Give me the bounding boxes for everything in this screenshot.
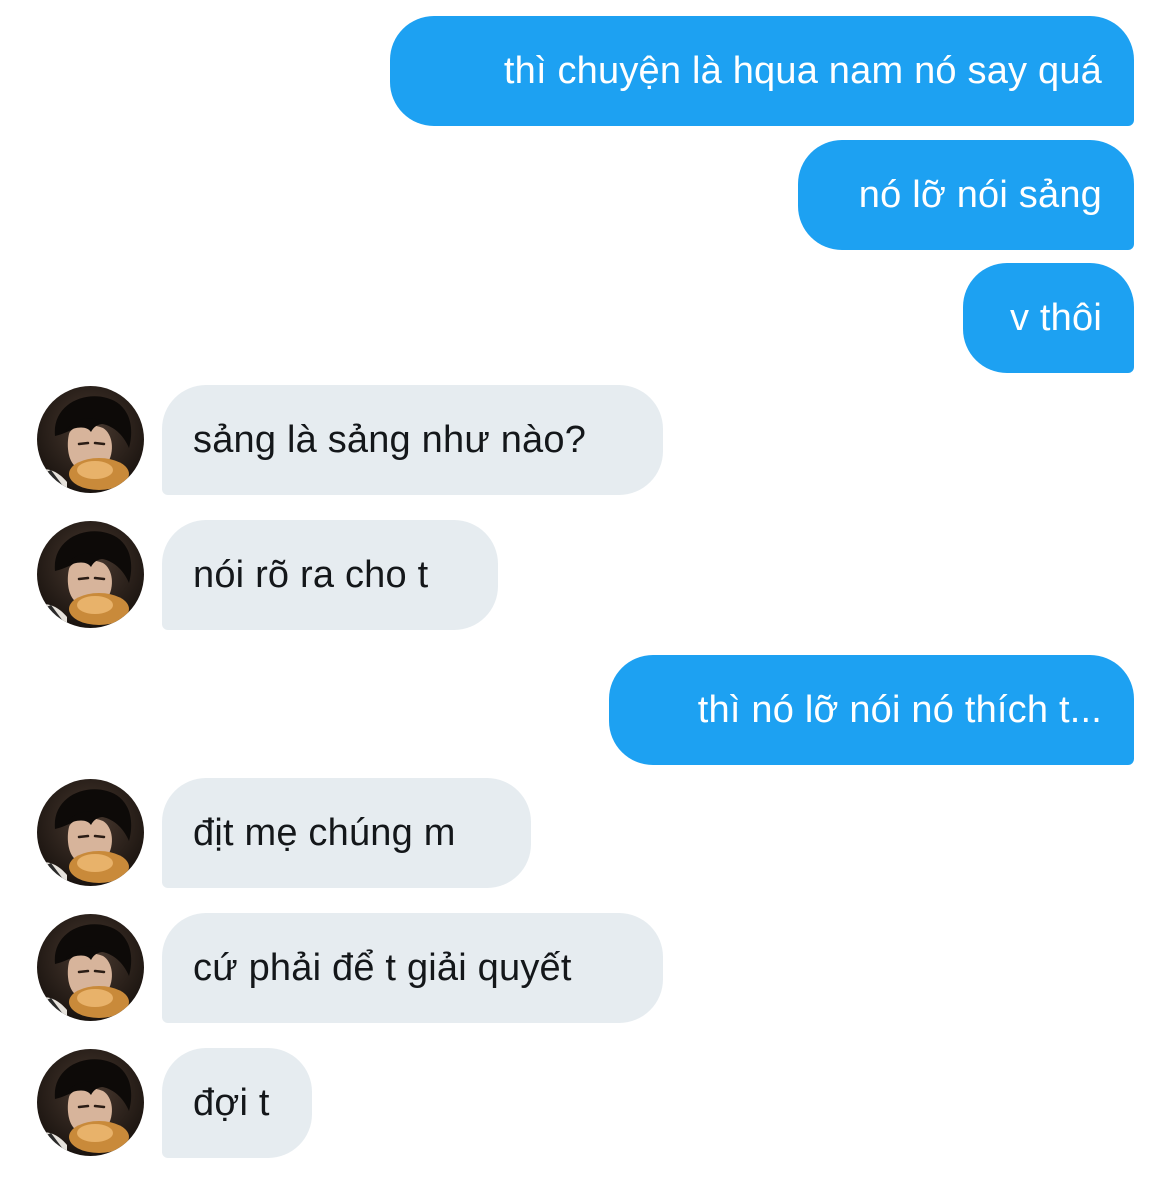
profile-photo-avatar	[37, 779, 144, 886]
outgoing-message-bubble[interactable]: thì nó lỡ nói nó thích t...	[609, 655, 1134, 765]
profile-photo-avatar	[37, 386, 144, 493]
message-text: nó lỡ nói sảng	[858, 174, 1102, 216]
message-text: cứ phải để t giải quyết	[193, 947, 572, 989]
message-text: thì chuyện là hqua nam nó say quá	[503, 50, 1102, 92]
incoming-message-bubble[interactable]: cứ phải để t giải quyết	[162, 913, 663, 1023]
incoming-message-bubble[interactable]: sảng là sảng như nào?	[162, 385, 663, 495]
message-text: sảng là sảng như nào?	[193, 419, 587, 461]
message-text: v thôi	[1009, 297, 1102, 339]
outgoing-message-bubble[interactable]: thì chuyện là hqua nam nó say quá	[390, 16, 1134, 126]
contact-avatar[interactable]	[37, 1049, 144, 1156]
message-text: nói rõ ra cho t	[193, 554, 429, 596]
incoming-message-bubble[interactable]: nói rõ ra cho t	[162, 520, 498, 630]
contact-avatar[interactable]	[37, 779, 144, 886]
contact-avatar[interactable]	[37, 914, 144, 1021]
message-text: thì nó lỡ nói nó thích t...	[697, 689, 1102, 731]
profile-photo-avatar	[37, 1049, 144, 1156]
profile-photo-avatar	[37, 521, 144, 628]
contact-avatar[interactable]	[37, 386, 144, 493]
message-text: địt mẹ chúng m	[193, 812, 456, 854]
message-text: đợi t	[193, 1082, 270, 1124]
incoming-message-bubble[interactable]: đợi t	[162, 1048, 312, 1158]
incoming-message-bubble[interactable]: địt mẹ chúng m	[162, 778, 531, 888]
outgoing-message-bubble[interactable]: v thôi	[963, 263, 1134, 373]
outgoing-message-bubble[interactable]: nó lỡ nói sảng	[798, 140, 1134, 250]
contact-avatar[interactable]	[37, 521, 144, 628]
profile-photo-avatar	[37, 914, 144, 1021]
